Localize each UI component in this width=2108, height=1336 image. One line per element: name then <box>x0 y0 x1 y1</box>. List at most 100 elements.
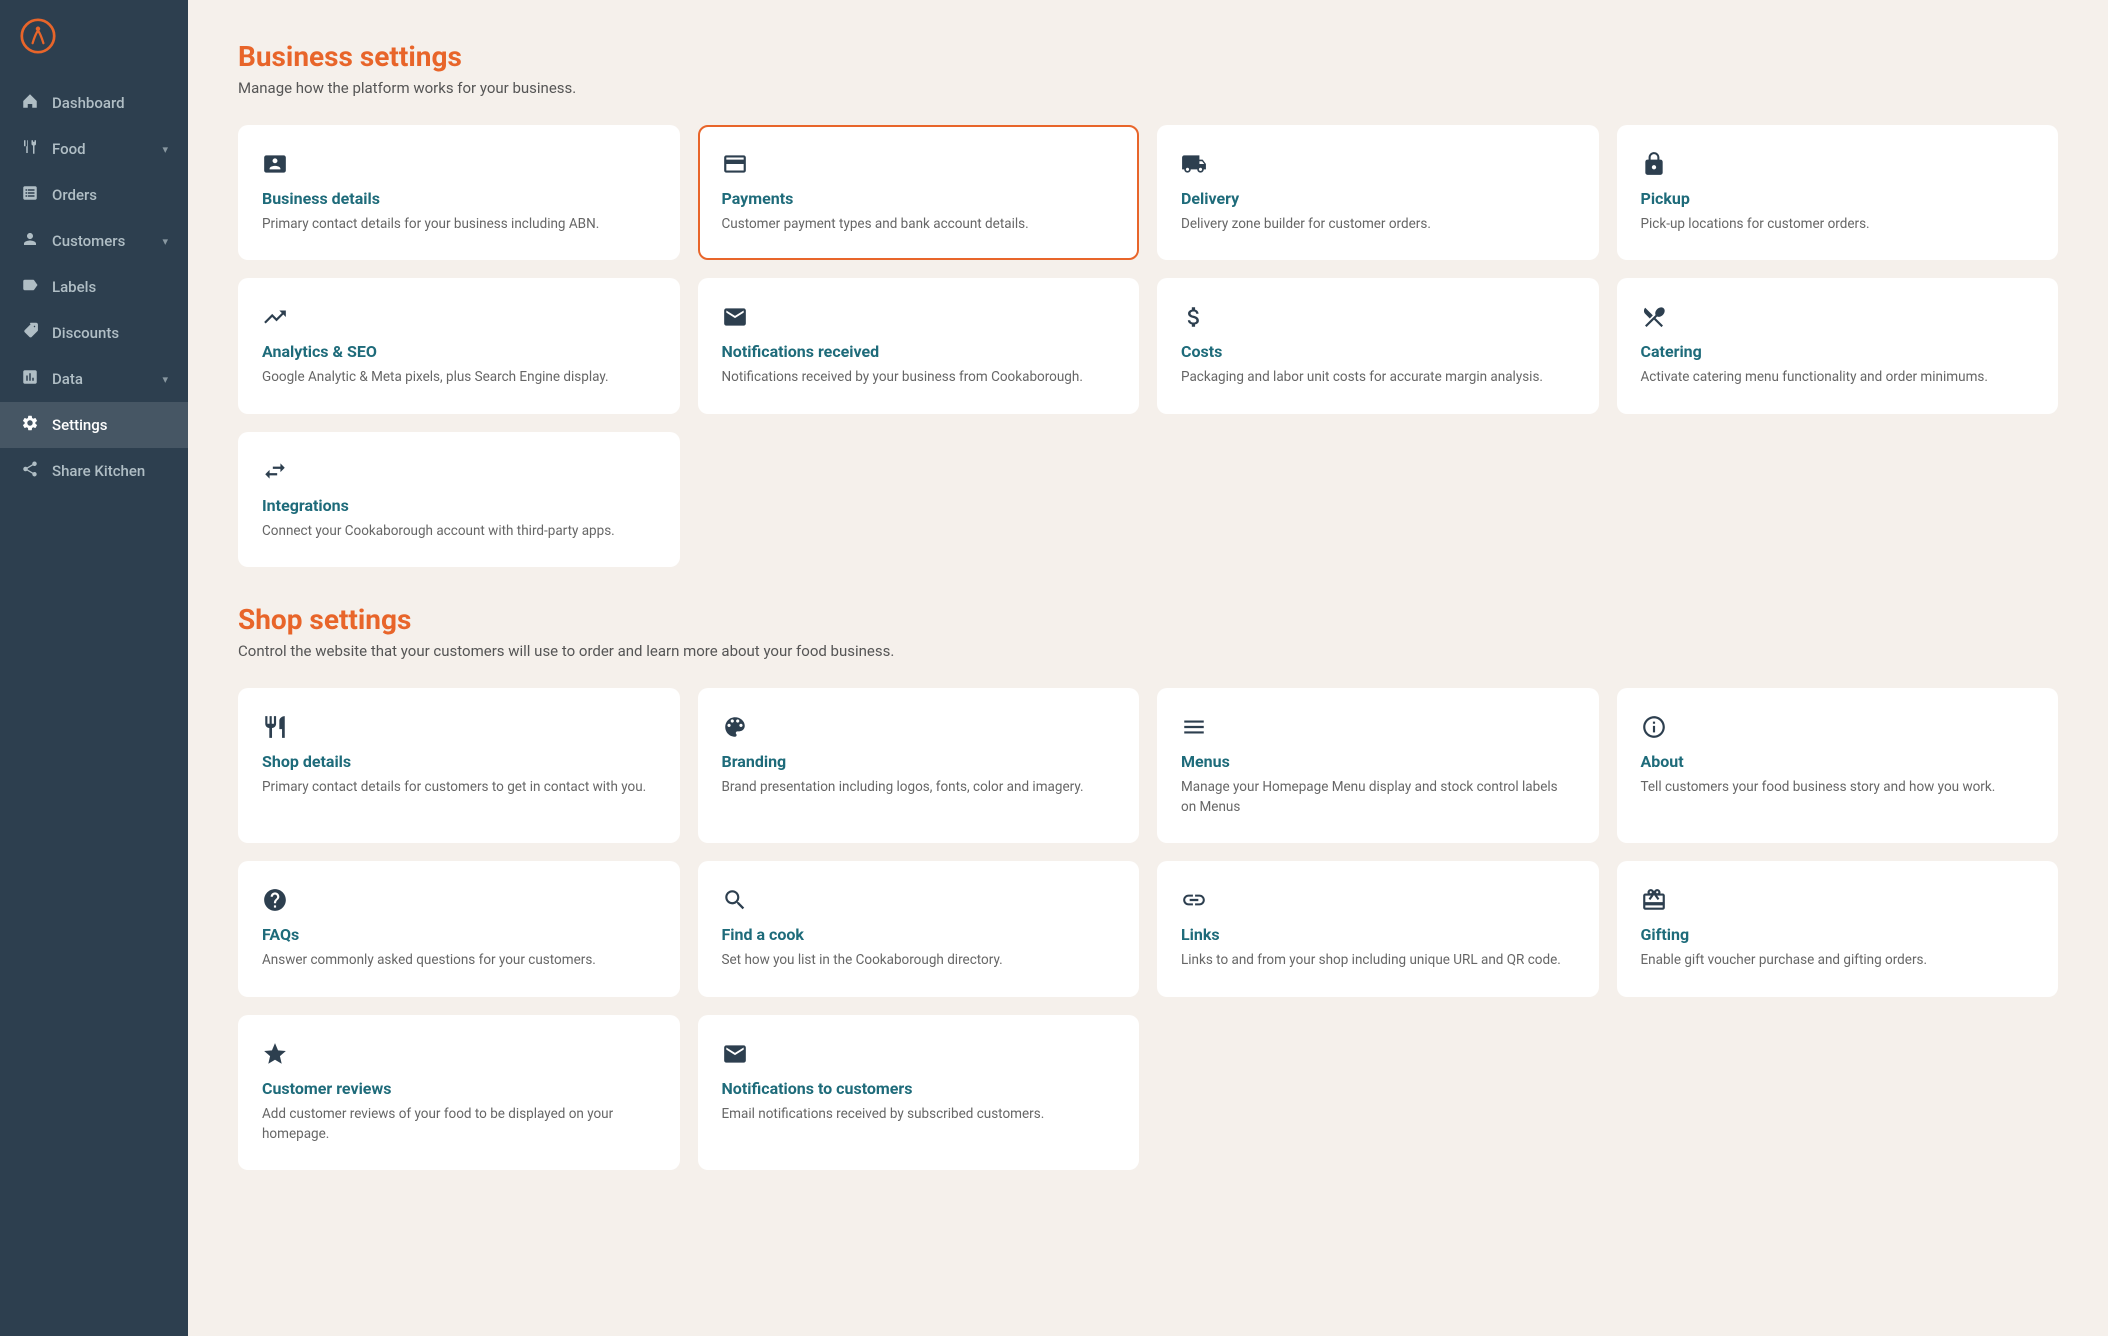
sidebar-item-label: Data <box>52 370 150 388</box>
card-delivery[interactable]: Delivery Delivery zone builder for custo… <box>1157 125 1599 260</box>
card-title: Links <box>1181 925 1575 944</box>
card-shop-details[interactable]: Shop details Primary contact details for… <box>238 688 680 844</box>
shop-settings-subtitle: Control the website that your customers … <box>238 642 2058 660</box>
card-notifications-received[interactable]: Notifications received Notifications rec… <box>698 278 1140 413</box>
card-payments[interactable]: Payments Customer payment types and bank… <box>698 125 1140 260</box>
card-menus[interactable]: Menus Manage your Homepage Menu display … <box>1157 688 1599 844</box>
customer-reviews-icon <box>262 1041 656 1067</box>
card-desc: Primary contact details for customers to… <box>262 777 656 797</box>
card-branding[interactable]: Branding Brand presentation including lo… <box>698 688 1140 844</box>
shop-cards-row1: Shop details Primary contact details for… <box>238 688 2058 844</box>
card-notifications-to-customers[interactable]: Notifications to customers Email notific… <box>698 1015 1140 1171</box>
card-about[interactable]: About Tell customers your food business … <box>1617 688 2059 844</box>
sidebar-item-customers[interactable]: Customers ▾ <box>0 218 188 264</box>
about-icon <box>1641 714 2035 740</box>
business-details-icon <box>262 151 656 177</box>
sidebar-item-label: Share Kitchen <box>52 462 168 480</box>
card-desc: Answer commonly asked questions for your… <box>262 950 656 970</box>
payments-icon <box>722 151 1116 177</box>
card-business-details[interactable]: Business details Primary contact details… <box>238 125 680 260</box>
card-title: Business details <box>262 189 656 208</box>
card-title: Analytics & SEO <box>262 342 656 361</box>
business-settings-subtitle: Manage how the platform works for your b… <box>238 79 2058 97</box>
faqs-icon <box>262 887 656 913</box>
card-desc: Email notifications received by subscrib… <box>722 1104 1116 1124</box>
branding-icon <box>722 714 1116 740</box>
card-desc: Tell customers your food business story … <box>1641 777 2035 797</box>
chevron-down-icon: ▾ <box>162 235 168 248</box>
sidebar-item-label: Food <box>52 140 150 158</box>
card-title: Branding <box>722 752 1116 771</box>
card-desc: Activate catering menu functionality and… <box>1641 367 2035 387</box>
orders-icon <box>20 184 40 206</box>
delivery-icon <box>1181 151 1575 177</box>
card-title: Notifications to customers <box>722 1079 1116 1098</box>
card-title: Catering <box>1641 342 2035 361</box>
sidebar-item-food[interactable]: Food ▾ <box>0 126 188 172</box>
sidebar-item-label: Customers <box>52 232 150 250</box>
analytics-icon <box>262 304 656 330</box>
card-analytics-seo[interactable]: Analytics & SEO Google Analytic & Meta p… <box>238 278 680 413</box>
find-a-cook-icon <box>722 887 1116 913</box>
sidebar-nav: Dashboard Food ▾ Orders Customers ▾ <box>0 72 188 502</box>
card-catering[interactable]: Catering Activate catering menu function… <box>1617 278 2059 413</box>
card-customer-reviews[interactable]: Customer reviews Add customer reviews of… <box>238 1015 680 1171</box>
card-title: Payments <box>722 189 1116 208</box>
card-faqs[interactable]: FAQs Answer commonly asked questions for… <box>238 861 680 996</box>
card-desc: Connect your Cookaborough account with t… <box>262 521 656 541</box>
business-cards-row3: Integrations Connect your Cookaborough a… <box>238 432 2058 567</box>
labels-icon <box>20 276 40 298</box>
card-desc: Links to and from your shop including un… <box>1181 950 1575 970</box>
chevron-down-icon: ▾ <box>162 143 168 156</box>
card-title: Notifications received <box>722 342 1116 361</box>
sidebar-item-labels[interactable]: Labels <box>0 264 188 310</box>
sidebar-item-orders[interactable]: Orders <box>0 172 188 218</box>
shop-cards-row3: Customer reviews Add customer reviews of… <box>238 1015 2058 1171</box>
data-icon <box>20 368 40 390</box>
shop-details-icon <box>262 714 656 740</box>
business-cards-row2: Analytics & SEO Google Analytic & Meta p… <box>238 278 2058 413</box>
chevron-down-icon: ▾ <box>162 373 168 386</box>
sidebar-item-label: Discounts <box>52 324 168 342</box>
card-desc: Set how you list in the Cookaborough dir… <box>722 950 1116 970</box>
logo[interactable] <box>0 0 188 72</box>
card-title: Costs <box>1181 342 1575 361</box>
card-title: Find a cook <box>722 925 1116 944</box>
customers-icon <box>20 230 40 252</box>
sidebar-item-discounts[interactable]: Discounts <box>0 310 188 356</box>
sidebar-item-share-kitchen[interactable]: Share Kitchen <box>0 448 188 494</box>
card-desc: Brand presentation including logos, font… <box>722 777 1116 797</box>
sidebar-item-label: Orders <box>52 186 168 204</box>
card-links[interactable]: Links Links to and from your shop includ… <box>1157 861 1599 996</box>
sidebar-item-settings[interactable]: Settings <box>0 402 188 448</box>
card-title: Customer reviews <box>262 1079 656 1098</box>
notifications-received-icon <box>722 304 1116 330</box>
card-desc: Pick-up locations for customer orders. <box>1641 214 2035 234</box>
business-settings-title: Business settings <box>238 40 2058 73</box>
card-desc: Packaging and labor unit costs for accur… <box>1181 367 1575 387</box>
sidebar-item-dashboard[interactable]: Dashboard <box>0 80 188 126</box>
card-find-a-cook[interactable]: Find a cook Set how you list in the Cook… <box>698 861 1140 996</box>
sidebar-item-data[interactable]: Data ▾ <box>0 356 188 402</box>
sidebar-item-label: Settings <box>52 416 168 434</box>
discounts-icon <box>20 322 40 344</box>
sidebar: Dashboard Food ▾ Orders Customers ▾ <box>0 0 188 1336</box>
card-integrations[interactable]: Integrations Connect your Cookaborough a… <box>238 432 680 567</box>
business-settings-section: Business settings Manage how the platfor… <box>238 40 2058 567</box>
shop-cards-row2: FAQs Answer commonly asked questions for… <box>238 861 2058 996</box>
card-gifting[interactable]: Gifting Enable gift voucher purchase and… <box>1617 861 2059 996</box>
pickup-icon <box>1641 151 2035 177</box>
catering-icon <box>1641 304 2035 330</box>
card-desc: Google Analytic & Meta pixels, plus Sear… <box>262 367 656 387</box>
main-content: Business settings Manage how the platfor… <box>188 0 2108 1336</box>
card-costs[interactable]: Costs Packaging and labor unit costs for… <box>1157 278 1599 413</box>
food-icon <box>20 138 40 160</box>
menus-icon <box>1181 714 1575 740</box>
business-cards-row1: Business details Primary contact details… <box>238 125 2058 260</box>
card-desc: Customer payment types and bank account … <box>722 214 1116 234</box>
card-pickup[interactable]: Pickup Pick-up locations for customer or… <box>1617 125 2059 260</box>
card-desc: Delivery zone builder for customer order… <box>1181 214 1575 234</box>
card-title: Pickup <box>1641 189 2035 208</box>
links-icon <box>1181 887 1575 913</box>
card-title: Gifting <box>1641 925 2035 944</box>
